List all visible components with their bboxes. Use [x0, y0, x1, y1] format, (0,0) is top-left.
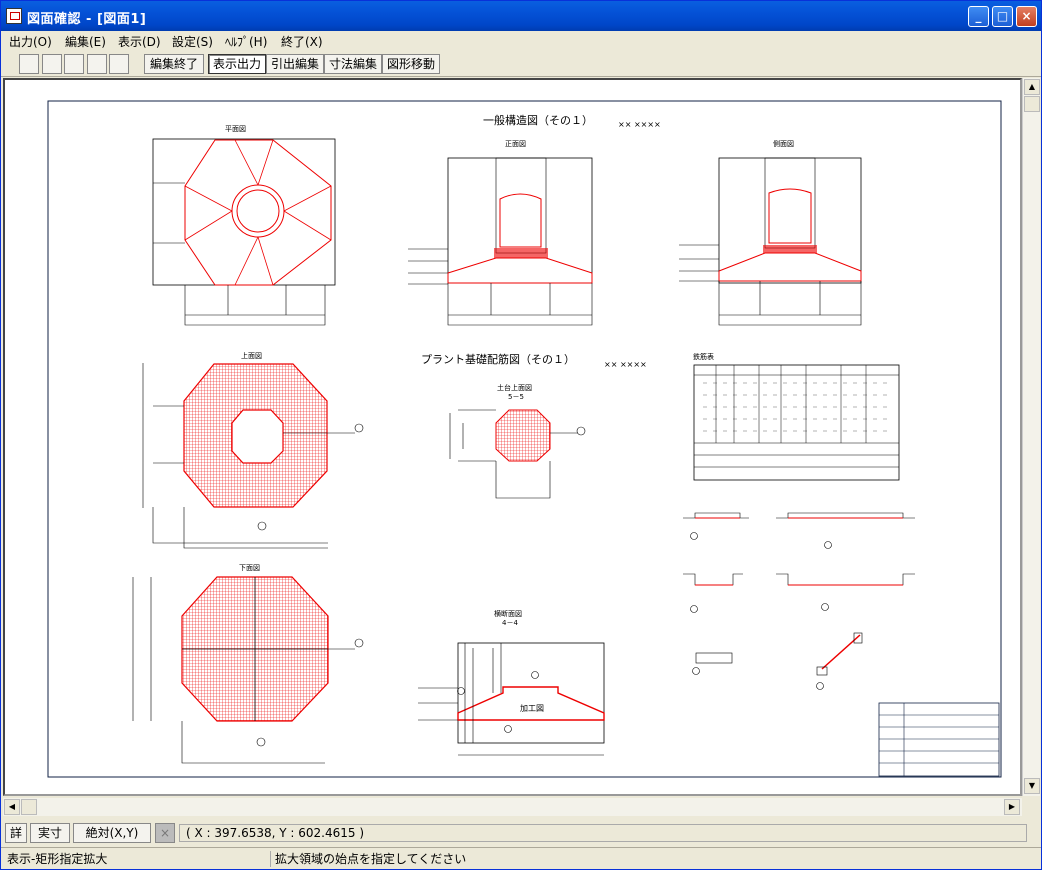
app-icon — [6, 8, 22, 24]
absolute-coords-button[interactable]: 絶対(X,Y) — [73, 823, 151, 843]
top-view — [142, 363, 364, 549]
status-bar: 表示-矩形指定拡大 拡大領域の始点を指定してください — [1, 847, 1041, 869]
zoom-rect-icon[interactable] — [42, 54, 62, 74]
side-view-label: 側面図 — [773, 139, 794, 148]
side-view — [679, 157, 862, 326]
app-window: 図面確認 - [図面1] _ □ × 出力(O) 編集(E) 表示(D) 設定(… — [0, 0, 1042, 870]
shape-move-button[interactable]: 図形移動 — [382, 54, 440, 74]
window-title: 図面確認 - [図面1] — [27, 12, 147, 27]
kakou-label: 加工図 — [520, 703, 544, 713]
menu-help[interactable]: ﾍﾙﾌﾟ(H) — [225, 33, 267, 50]
drawing-sheet: 一般構造図（その１） ×× ×××× 平面図 正面図 側面図 上面図 下面図 プ… — [47, 100, 1002, 778]
maximize-button[interactable]: □ — [992, 6, 1013, 27]
horizontal-scroll-thumb[interactable] — [21, 799, 37, 815]
menu-exit[interactable]: 終了(X) — [281, 33, 323, 50]
rebar-title-suffix: ×× ×××× — [604, 360, 647, 369]
section55-label: 土台上面図 — [497, 383, 532, 392]
title-bar[interactable]: 図面確認 - [図面1] _ □ × — [1, 1, 1041, 31]
menu-output[interactable]: 出力(O) — [9, 33, 52, 50]
vertical-scrollbar[interactable]: ▲ ▼ — [1022, 78, 1040, 796]
scroll-left-arrow-icon[interactable]: ◀ — [4, 799, 20, 815]
front-view — [408, 157, 593, 326]
display-output-button[interactable]: 表示出力 — [208, 54, 266, 74]
coordinate-display: ( X : 397.6538, Y : 602.4615 ) — [179, 824, 1027, 842]
rebar-table — [693, 364, 900, 481]
section44-sub: 4－4 — [502, 619, 518, 627]
menu-view[interactable]: 表示(D) — [118, 33, 161, 50]
top-view-label: 上面図 — [241, 351, 262, 360]
command-bar: 詳 実寸 絶対(X,Y) × ( X : 397.6538, Y : 602.4… — [1, 821, 1041, 845]
rebar-table-title: 鉄筋表 — [693, 352, 714, 361]
title-block — [878, 702, 1000, 777]
status-mode: 表示-矩形指定拡大 — [3, 851, 271, 867]
vertical-scroll-thumb[interactable] — [1024, 96, 1040, 112]
detail-button[interactable]: 詳 — [5, 823, 27, 843]
drawing-canvas[interactable]: 一般構造図（その１） ×× ×××× 平面図 正面図 側面図 上面図 下面図 プ… — [3, 78, 1022, 796]
section55-view — [449, 409, 586, 499]
clear-icon[interactable]: × — [155, 823, 175, 843]
horizontal-scrollbar[interactable]: ◀ ▶ — [3, 798, 1022, 816]
main-title: 一般構造図（その１） — [483, 113, 593, 127]
close-button[interactable]: × — [1016, 6, 1037, 27]
front-view-label: 正面図 — [505, 140, 526, 148]
main-title-suffix: ×× ×××× — [618, 120, 661, 129]
bottom-view-label: 下面図 — [239, 564, 260, 572]
status-message: 拡大領域の始点を指定してください — [275, 852, 467, 866]
section55-sub: 5－5 — [508, 393, 524, 401]
leader-edit-button[interactable]: 引出編集 — [266, 54, 324, 74]
actual-size-button[interactable]: 実寸 — [30, 823, 70, 843]
scroll-right-arrow-icon[interactable]: ▶ — [1004, 799, 1020, 815]
rebar-title: プラント基礎配筋図（その１） — [421, 352, 575, 366]
scroll-up-arrow-icon[interactable]: ▲ — [1024, 79, 1040, 95]
fit-icon[interactable] — [87, 54, 107, 74]
plan-view-label: 平面図 — [225, 125, 246, 133]
dimension-edit-button[interactable]: 寸法編集 — [324, 54, 382, 74]
menu-edit[interactable]: 編集(E) — [65, 33, 106, 50]
scroll-down-arrow-icon[interactable]: ▼ — [1024, 778, 1040, 794]
edit-end-button[interactable]: 編集終了 — [144, 54, 204, 74]
menu-bar: 出力(O) 編集(E) 表示(D) 設定(S) ﾍﾙﾌﾟ(H) 終了(X) — [1, 31, 1041, 51]
menu-settings[interactable]: 設定(S) — [172, 33, 213, 50]
section44-view — [418, 642, 605, 756]
bottom-view — [132, 576, 364, 764]
toolbar: 編集終了 表示出力 引出編集 寸法編集 図形移動 — [1, 51, 1041, 77]
section44-label: 横断面図 — [494, 609, 522, 618]
minimize-button[interactable]: _ — [968, 6, 989, 27]
plan-view — [152, 138, 336, 326]
select-icon[interactable] — [19, 54, 39, 74]
zoom-icon[interactable] — [64, 54, 84, 74]
grid-icon[interactable] — [109, 54, 129, 74]
bending-details — [683, 512, 915, 690]
